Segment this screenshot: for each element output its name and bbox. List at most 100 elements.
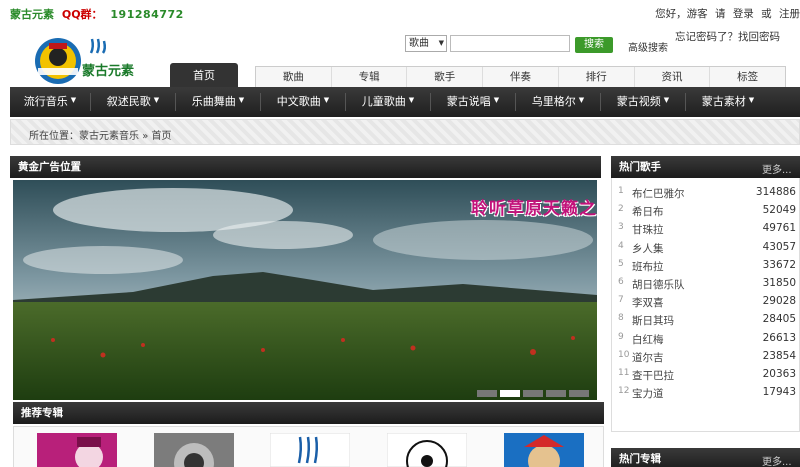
singer-rank: 8 [618, 313, 624, 324]
banner-slideshow[interactable]: 聆听草原天籁之 [13, 180, 597, 400]
register-link[interactable]: 注册 [779, 8, 800, 20]
singer-row[interactable]: 10 道尔吉 23854 [618, 350, 798, 368]
sub-tabs: 歌曲 专辑 歌手 伴奏 排行 资讯 标签 [255, 66, 786, 87]
singer-row[interactable]: 5 班布拉 33672 [618, 259, 798, 277]
search-input[interactable] [450, 35, 570, 52]
tab-albums[interactable]: 专辑 [332, 67, 408, 87]
breadcrumb: 所在位置：蒙古元素音乐 » 首页 [29, 127, 172, 142]
recommend-header: 推荐专辑 [13, 402, 604, 424]
singer-row[interactable]: 6 胡日德乐队 31850 [618, 277, 798, 295]
singer-rank: 12 [618, 386, 630, 397]
album-cover-image [37, 433, 117, 467]
or-text: 或 [761, 8, 772, 20]
singer-name[interactable]: 斯日其玛 [632, 313, 674, 328]
banner-caption: 聆听草原天籁之 [471, 199, 597, 219]
singer-rank: 3 [618, 222, 624, 233]
forgot-password-link[interactable]: 忘记密码了？找回密码 [675, 29, 780, 44]
singer-name[interactable]: 布仁巴雅尔 [632, 186, 685, 201]
singer-name[interactable]: 希日布 [632, 204, 664, 219]
please-text: 请 [714, 8, 726, 20]
nav-item-label: 儿童歌曲 [361, 95, 406, 108]
singer-name[interactable]: 胡日德乐队 [632, 277, 685, 292]
greeting: 您好，游客 [655, 8, 708, 20]
singer-row[interactable]: 3 甘珠拉 49761 [618, 222, 798, 240]
advanced-search-link[interactable]: 高级搜索 [628, 39, 668, 54]
slide-dot-5[interactable] [569, 390, 589, 397]
tab-songs[interactable]: 歌曲 [256, 67, 332, 87]
singer-name[interactable]: 乡人集 [632, 241, 664, 256]
singer-row[interactable]: 1 布仁巴雅尔 314886 [618, 186, 798, 204]
hot-albums-more-link[interactable]: 更多... [762, 453, 792, 467]
nav-item-label: 中文歌曲 [276, 95, 321, 108]
singer-row[interactable]: 12 宝力道 17943 [618, 386, 798, 404]
singer-name[interactable]: 白红梅 [632, 332, 664, 347]
album-thumb-5[interactable] [504, 433, 584, 467]
chevron-down-icon: ▼ [238, 96, 245, 104]
album-cover-image [504, 433, 584, 467]
singer-row[interactable]: 4 乡人集 43057 [618, 241, 798, 259]
singer-row[interactable]: 2 希日布 52049 [618, 204, 798, 222]
album-thumb-4[interactable] [387, 433, 467, 467]
nav-item-dance[interactable]: 乐曲舞曲 ▼ [176, 87, 260, 117]
user-bar: 您好，游客 请 登录 或 注册 [651, 6, 800, 21]
singer-name[interactable]: 甘珠拉 [632, 222, 664, 237]
album-cover-image [387, 433, 467, 467]
tab-accompaniment[interactable]: 伴奏 [483, 67, 559, 87]
singer-rank: 1 [618, 186, 624, 196]
singer-row[interactable]: 8 斯日其玛 28405 [618, 313, 798, 331]
tab-tags[interactable]: 标签 [710, 67, 785, 87]
tab-ranking[interactable]: 排行 [559, 67, 635, 87]
singer-count: 314886 [755, 186, 796, 198]
login-link[interactable]: 登录 [733, 8, 754, 20]
singer-name[interactable]: 查干巴拉 [632, 368, 674, 383]
nav-item-children[interactable]: 儿童歌曲 ▼ [346, 87, 430, 117]
nav-item-label: 乐曲舞曲 [191, 95, 236, 108]
nav-item-pop[interactable]: 流行音乐 ▼ [10, 87, 90, 117]
album-thumb-1[interactable] [37, 433, 117, 467]
nav-item-video[interactable]: 蒙古视频 ▼ [601, 87, 685, 117]
album-cover-image [154, 433, 234, 467]
singer-name[interactable]: 班布拉 [632, 259, 664, 274]
singer-name[interactable]: 道尔吉 [632, 350, 664, 365]
nav-item-folk[interactable]: 叙述民歌 ▼ [91, 87, 175, 117]
slide-dot-2[interactable] [500, 390, 520, 397]
singer-rank: 9 [618, 331, 624, 342]
nav-item-rap[interactable]: 蒙古说唱 ▼ [431, 87, 515, 117]
nav-item-uliger[interactable]: 乌里格尔 ▼ [516, 87, 600, 117]
nav-item-material[interactable]: 蒙古素材 ▼ [686, 87, 770, 117]
search-type-value: 歌曲 [409, 38, 429, 49]
album-thumb-2[interactable] [154, 433, 234, 467]
singer-row[interactable]: 7 李双喜 29028 [618, 295, 798, 313]
chevron-down-icon: ▼ [438, 39, 444, 47]
top-contact: 蒙古元素 QQ群： 191284772 [10, 6, 184, 22]
breadcrumb-site-link[interactable]: 蒙古元素音乐 [79, 131, 139, 142]
chevron-down-icon: ▼ [578, 96, 585, 104]
tab-news[interactable]: 资讯 [635, 67, 711, 87]
slide-dot-4[interactable] [546, 390, 566, 397]
banner-header: 黄金广告位置 [10, 156, 601, 178]
album-cover-image [270, 433, 350, 467]
slide-dot-3[interactable] [523, 390, 543, 397]
search-type-select[interactable]: 歌曲 ▼ [405, 35, 447, 52]
singer-count: 26613 [762, 331, 796, 344]
singer-name[interactable]: 李双喜 [632, 295, 664, 310]
nav-item-chinese[interactable]: 中文歌曲 ▼ [261, 87, 345, 117]
album-thumb-3[interactable] [270, 433, 350, 467]
singer-row[interactable]: 9 白红梅 26613 [618, 332, 798, 350]
singer-name[interactable]: 宝力道 [632, 386, 664, 401]
singer-rank: 5 [618, 258, 624, 269]
slide-dot-1[interactable] [477, 390, 497, 397]
singer-rank: 7 [618, 295, 624, 306]
nav-item-label: 蒙古说唱 [446, 95, 491, 108]
tab-home[interactable]: 首页 [170, 63, 238, 87]
singer-count: 33672 [762, 258, 796, 271]
search-button[interactable]: 搜索 [575, 37, 613, 53]
tab-singers[interactable]: 歌手 [407, 67, 484, 87]
singer-count: 43057 [762, 240, 796, 253]
breadcrumb-bar: 所在位置：蒙古元素音乐 » 首页 [10, 119, 800, 145]
main-nav: 流行音乐 ▼ 叙述民歌 ▼ 乐曲舞曲 ▼ 中文歌曲 ▼ 儿童歌曲 ▼ 蒙古说唱 ▼ 乌里格尔… [10, 87, 800, 117]
hot-singers-more-link[interactable]: 更多... [762, 161, 792, 176]
chevron-down-icon: ▼ [323, 96, 330, 104]
singer-row[interactable]: 11 查干巴拉 20363 [618, 368, 798, 386]
singer-rank: 4 [618, 240, 624, 251]
